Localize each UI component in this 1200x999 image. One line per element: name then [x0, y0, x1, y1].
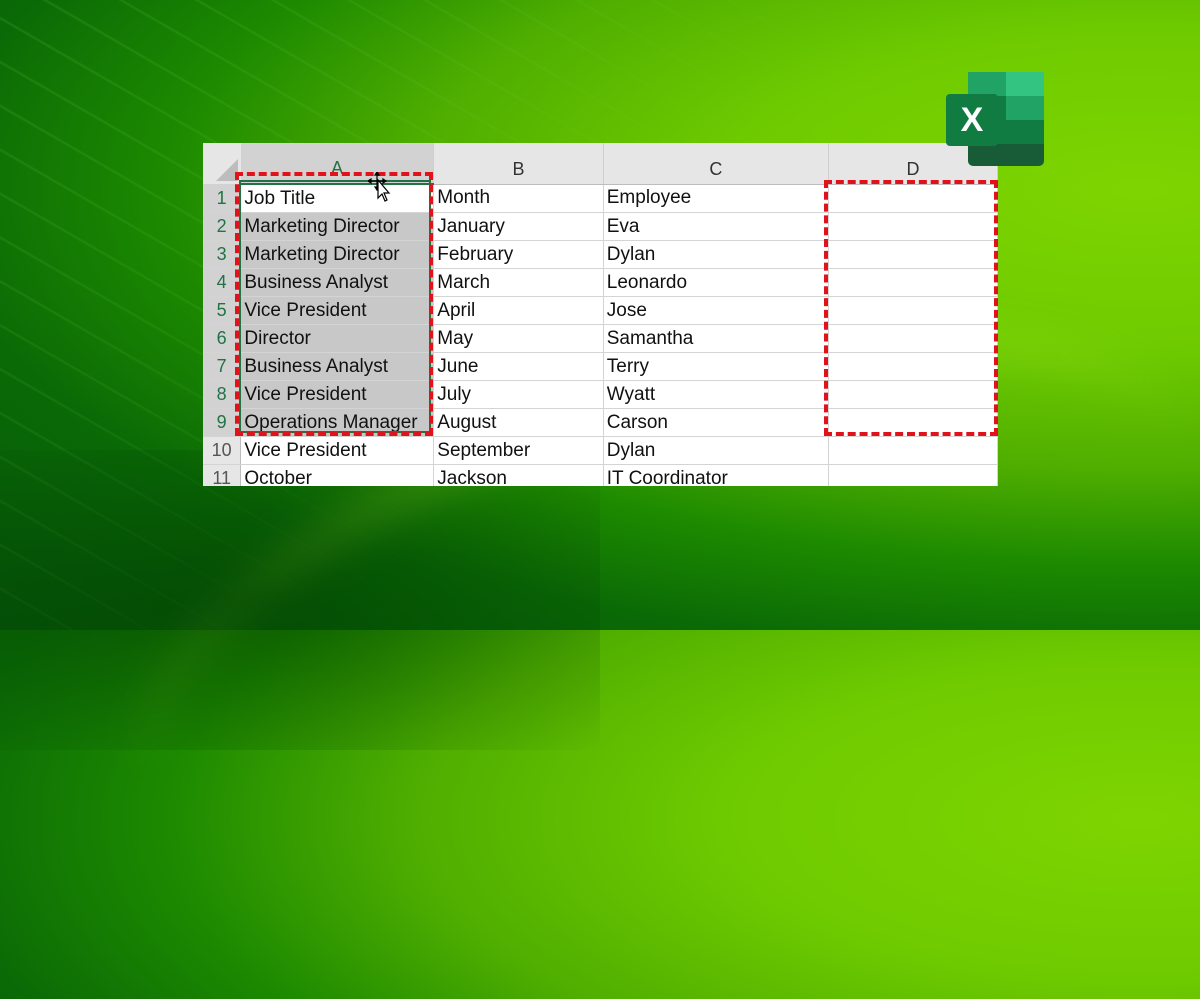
cell-b6[interactable]: May — [433, 324, 604, 353]
cell-c11[interactable]: IT Coordinator — [603, 464, 830, 486]
move-cursor-icon — [368, 172, 391, 202]
background-shade — [0, 450, 600, 750]
cell-c7[interactable]: Terry — [603, 352, 830, 381]
table-row: 11 October Jackson IT Coordinator — [203, 464, 998, 486]
excel-logo-icon: X — [946, 72, 1044, 166]
cell-a11[interactable]: October — [240, 464, 435, 486]
svg-text:X: X — [961, 101, 984, 139]
cell-c3[interactable]: Dylan — [603, 240, 830, 269]
cell-c4[interactable]: Leonardo — [603, 268, 830, 297]
cell-d11[interactable] — [828, 464, 998, 486]
cell-c8[interactable]: Wyatt — [603, 380, 830, 409]
cell-b5[interactable]: April — [433, 296, 604, 325]
cell-b4[interactable]: March — [433, 268, 604, 297]
cell-b11[interactable]: Jackson — [433, 464, 604, 486]
row-header[interactable]: 10 — [203, 436, 242, 465]
cell-c10[interactable]: Dylan — [603, 436, 830, 465]
cell-d10[interactable] — [828, 436, 998, 465]
cell-b9[interactable]: August — [433, 408, 604, 437]
cell-c2[interactable]: Eva — [603, 212, 830, 241]
column-header-b[interactable]: B — [433, 143, 604, 185]
cell-c1[interactable]: Employee — [603, 184, 830, 213]
cell-c6[interactable]: Samantha — [603, 324, 830, 353]
cell-a10[interactable]: Vice President — [240, 436, 435, 465]
row-header[interactable]: 11 — [203, 464, 242, 486]
cell-b1[interactable]: Month — [433, 184, 604, 213]
cell-c9[interactable]: Carson — [603, 408, 830, 437]
cell-b3[interactable]: February — [433, 240, 604, 269]
target-marquee-column-d — [824, 180, 998, 436]
table-row: 10 Vice President September Dylan — [203, 436, 998, 465]
copy-marquee-column-a — [235, 172, 433, 436]
cell-c5[interactable]: Jose — [603, 296, 830, 325]
column-header-c[interactable]: C — [603, 143, 830, 185]
cell-b7[interactable]: June — [433, 352, 604, 381]
cell-b2[interactable]: January — [433, 212, 604, 241]
cell-b8[interactable]: July — [433, 380, 604, 409]
cell-b10[interactable]: September — [433, 436, 604, 465]
